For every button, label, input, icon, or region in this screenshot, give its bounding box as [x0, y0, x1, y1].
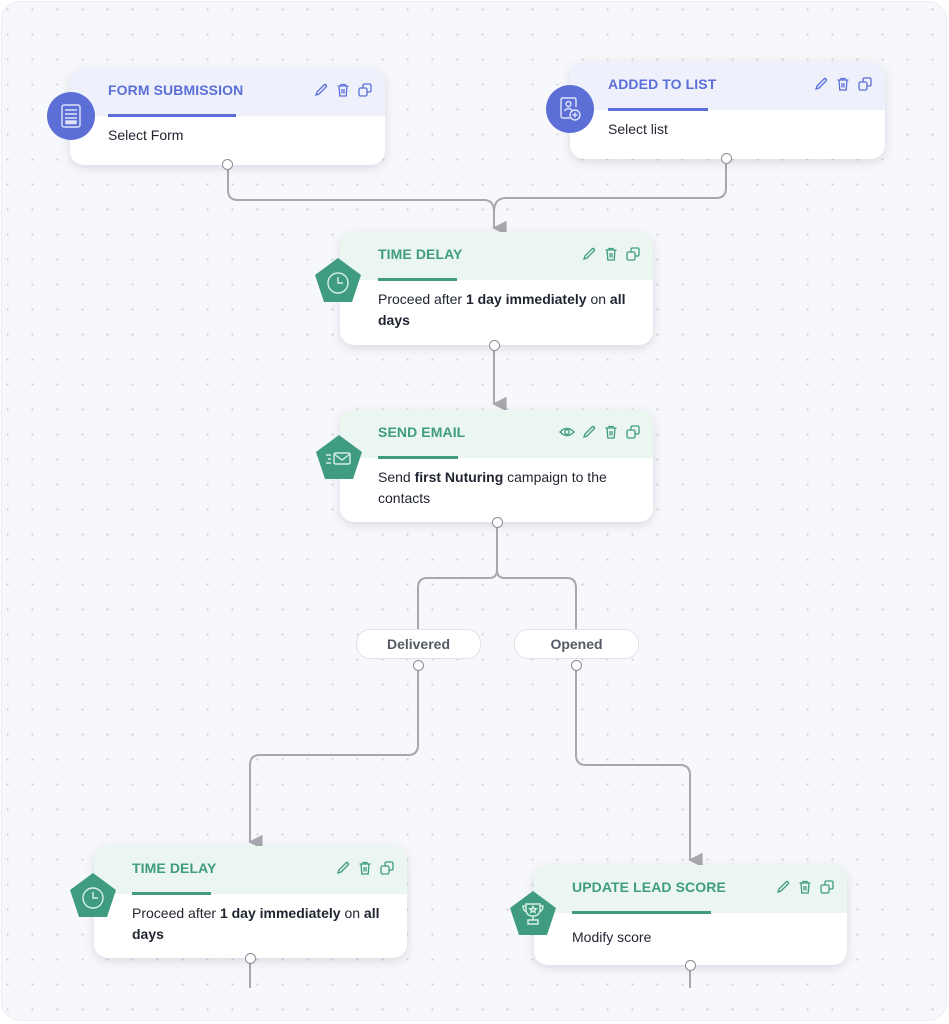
node-title: UPDATE LEAD SCORE — [572, 879, 726, 895]
output-port[interactable] — [721, 153, 732, 164]
clock-icon — [314, 257, 362, 305]
node-actions — [313, 82, 373, 98]
clock-icon — [69, 872, 117, 920]
duplicate-icon[interactable] — [625, 246, 641, 262]
delete-icon[interactable] — [603, 424, 619, 440]
delete-icon[interactable] — [603, 246, 619, 262]
edit-icon[interactable] — [335, 860, 351, 876]
duplicate-icon[interactable] — [357, 82, 373, 98]
title-underline — [378, 456, 458, 459]
node-body: Send first Nuturing campaign to the cont… — [378, 469, 607, 506]
edit-icon[interactable] — [313, 82, 329, 98]
node-body: Modify score — [572, 929, 652, 945]
title-underline — [572, 911, 711, 914]
node-actions — [775, 879, 835, 895]
duplicate-icon[interactable] — [819, 879, 835, 895]
add-contact-list-icon — [546, 85, 594, 133]
edit-icon[interactable] — [775, 879, 791, 895]
branch-opened[interactable]: Opened — [514, 629, 639, 659]
wire-delivered-to-delay — [248, 666, 419, 850]
node-form-submission[interactable]: FORM SUBMISSION Select Form — [70, 68, 385, 165]
edit-icon[interactable] — [581, 246, 597, 262]
node-actions — [581, 246, 641, 262]
wire-opened-to-score — [575, 666, 703, 868]
output-port[interactable] — [222, 159, 233, 170]
output-port[interactable] — [489, 340, 500, 351]
edit-icon[interactable] — [813, 76, 829, 92]
wire-email-to-opened — [496, 569, 577, 630]
delete-icon[interactable] — [335, 82, 351, 98]
node-title: TIME DELAY — [378, 246, 463, 262]
output-port[interactable] — [245, 953, 256, 964]
title-underline — [378, 278, 457, 281]
node-title: SEND EMAIL — [378, 424, 466, 440]
node-actions — [559, 424, 641, 440]
node-send-email[interactable]: SEND EMAIL Send first Nuturing campaign … — [340, 410, 653, 522]
output-port[interactable] — [571, 660, 582, 671]
wire-list-to-delay — [493, 164, 727, 213]
node-actions — [813, 76, 873, 92]
form-icon — [47, 92, 95, 140]
duplicate-icon[interactable] — [625, 424, 641, 440]
node-actions — [335, 860, 395, 876]
delete-icon[interactable] — [797, 879, 813, 895]
title-underline — [108, 114, 236, 117]
send-email-icon — [315, 434, 363, 482]
node-body: Select list — [608, 121, 668, 137]
title-underline — [132, 892, 211, 895]
preview-icon[interactable] — [559, 424, 575, 440]
delete-icon[interactable] — [835, 76, 851, 92]
node-body: Proceed after 1 day immediately on all d… — [378, 291, 626, 328]
duplicate-icon[interactable] — [379, 860, 395, 876]
delete-icon[interactable] — [357, 860, 373, 876]
node-title: FORM SUBMISSION — [108, 82, 244, 98]
node-time-delay[interactable]: TIME DELAY Proceed after 1 day immediate… — [94, 846, 407, 958]
node-title: TIME DELAY — [132, 860, 217, 876]
branch-delivered[interactable]: Delivered — [356, 629, 481, 659]
duplicate-icon[interactable] — [857, 76, 873, 92]
wire-email-to-delivered — [417, 526, 498, 630]
node-update-lead-score[interactable]: UPDATE LEAD SCORE Modify score — [534, 865, 847, 965]
wire-form-to-delay — [227, 170, 507, 236]
output-port[interactable] — [685, 960, 696, 971]
node-body: Select Form — [108, 127, 184, 143]
node-title: ADDED TO LIST — [608, 76, 717, 92]
node-body: Proceed after 1 day immediately on all d… — [132, 905, 380, 942]
node-time-delay[interactable]: TIME DELAY Proceed after 1 day immediate… — [340, 232, 653, 345]
trophy-icon — [509, 890, 557, 938]
node-added-to-list[interactable]: ADDED TO LIST Select list — [570, 62, 885, 159]
edit-icon[interactable] — [581, 424, 597, 440]
output-port[interactable] — [492, 517, 503, 528]
output-port[interactable] — [413, 660, 424, 671]
title-underline — [608, 108, 708, 111]
